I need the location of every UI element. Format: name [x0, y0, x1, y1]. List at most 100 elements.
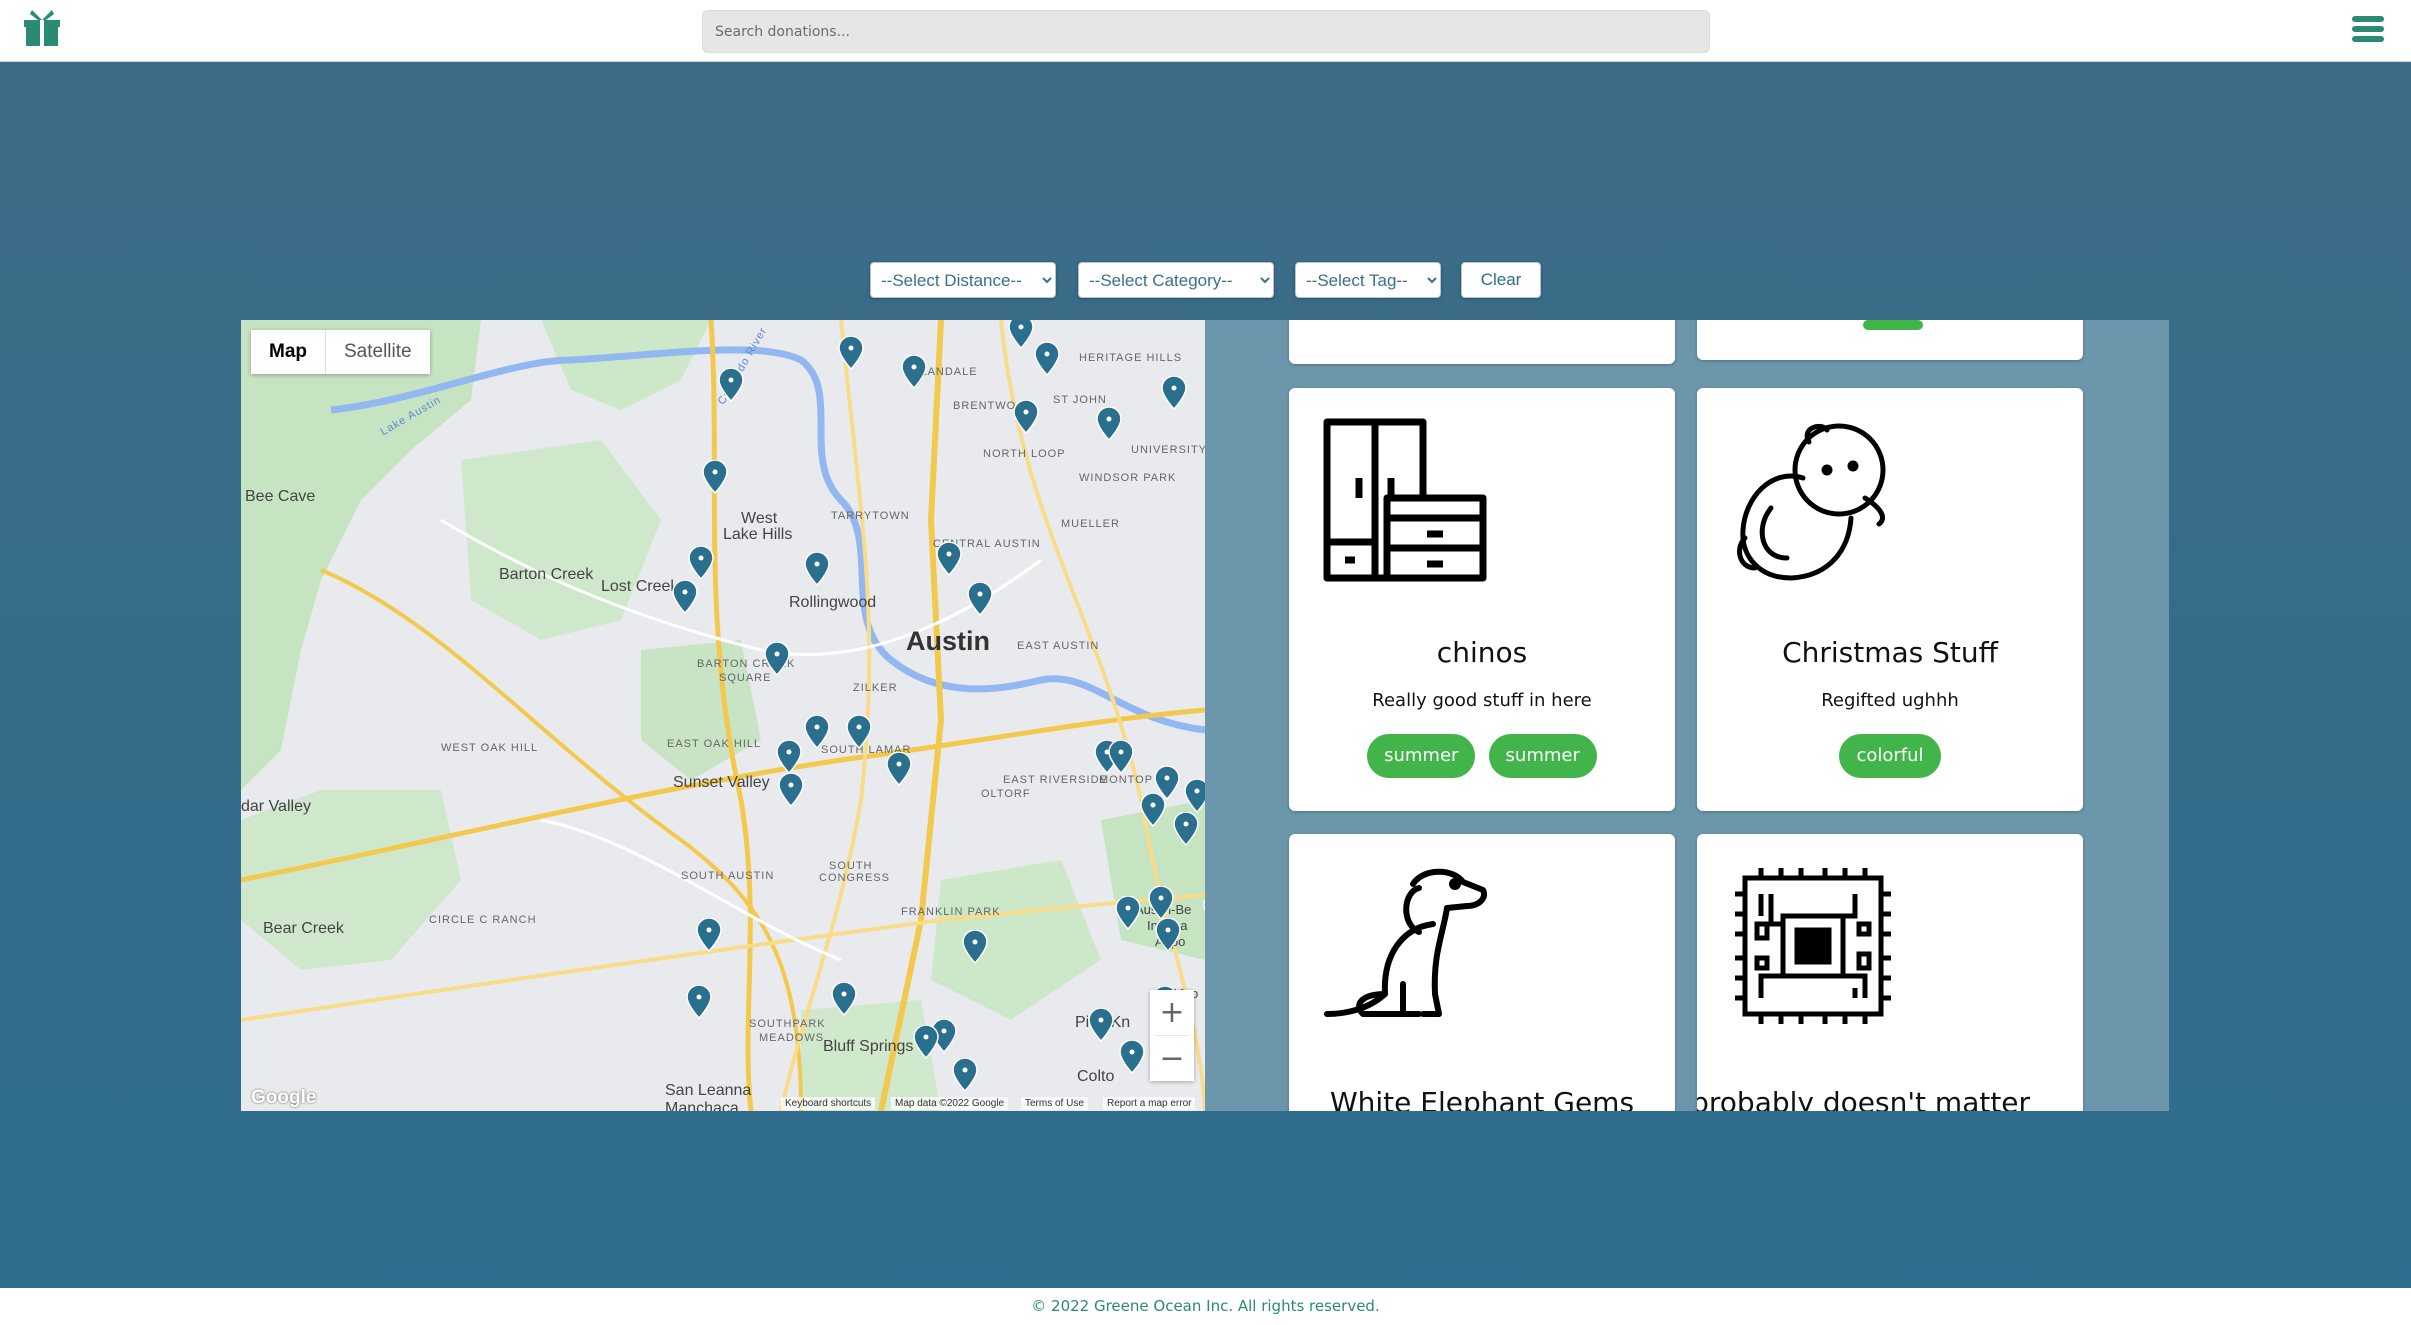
map-label-sunset-valley: Sunset Valley — [673, 774, 770, 791]
map-pin-icon[interactable] — [686, 984, 712, 1020]
map-label-circle-c-ranch: CIRCLE C RANCH — [429, 914, 537, 926]
map-label-bear-creek: Bear Creek — [263, 920, 344, 937]
zoom-out-button[interactable]: − — [1150, 1036, 1194, 1081]
map-label-barton-creek: Barton Creek — [499, 566, 594, 583]
map-label-east-riverside: EAST RIVERSIDE — [1003, 774, 1108, 786]
hamburger-menu-icon[interactable] — [2352, 16, 2384, 48]
card-title: White Elephant Gems — [1329, 1086, 1635, 1111]
donation-card-chinos[interactable]: chinos Really good stuff in here summer … — [1289, 388, 1675, 811]
map-label-lake-hills: Lake Hills — [723, 526, 793, 543]
map-pin-icon[interactable] — [778, 772, 804, 808]
map-pin-icon[interactable] — [1013, 399, 1039, 435]
map-label-meadows: MEADOWS — [759, 1032, 825, 1044]
map-pin-icon[interactable] — [1148, 885, 1174, 921]
map-pin-icon[interactable] — [1008, 320, 1034, 350]
map-label-southpark: SOUTHPARK — [749, 1018, 826, 1030]
map-pin-icon[interactable] — [1173, 811, 1199, 847]
map-pin-icon[interactable] — [967, 581, 993, 617]
furniture-wardrobe-icon — [1323, 418, 1487, 582]
map-pin-icon[interactable] — [1108, 739, 1134, 775]
map-pin-icon[interactable] — [886, 751, 912, 787]
map-pin-icon[interactable] — [1115, 895, 1141, 931]
search-input[interactable] — [702, 10, 1710, 53]
tag-badge[interactable]: summer — [1367, 734, 1476, 778]
map-label-north-loop: NORTH LOOP — [983, 448, 1066, 460]
zoom-in-button[interactable]: + — [1150, 990, 1194, 1035]
map-label-south-austin: SOUTH AUSTIN — [681, 870, 775, 882]
map-pin-icon[interactable] — [776, 739, 802, 775]
google-logo: Google — [251, 1087, 317, 1108]
map-type-toggle: Map Satellite — [251, 330, 430, 374]
map-pin-icon[interactable] — [672, 579, 698, 615]
map-label-st-john: ST JOHN — [1053, 394, 1107, 406]
distance-select[interactable]: --Select Distance-- — [870, 262, 1056, 298]
map-label-zilker: ZILKER — [853, 682, 898, 694]
tag-select[interactable]: --Select Tag-- — [1295, 262, 1441, 298]
donation-card[interactable] — [1289, 320, 1675, 364]
map-pin-icon[interactable] — [1161, 375, 1187, 411]
map-pin-icon[interactable] — [831, 981, 857, 1017]
map-pin-icon[interactable] — [846, 714, 872, 750]
tag-badge-partial[interactable] — [1863, 320, 1923, 330]
map-pin-icon[interactable] — [1140, 792, 1166, 828]
report-map-error-link[interactable]: Report a map error — [1103, 1097, 1196, 1110]
map-pin-icon[interactable] — [804, 551, 830, 587]
map-pin-icon[interactable] — [696, 917, 722, 953]
card-tags: colorful — [1697, 734, 2083, 778]
map-label-east-austin: EAST AUSTIN — [1017, 640, 1100, 652]
map-label-rollingwood: Rollingwood — [789, 594, 877, 611]
map-pin-icon[interactable] — [962, 929, 988, 965]
map-label-east-oak-hill: EAST OAK HILL — [667, 738, 762, 750]
map-view[interactable]: Austin Bee Cave Barton Creek Lost Creek … — [241, 320, 1205, 1111]
map-label-tarrytown: TARRYTOWN — [831, 510, 910, 522]
map-pin-icon[interactable] — [1096, 406, 1122, 442]
map-label-lost-creek: Lost Creek — [601, 578, 679, 595]
donation-card-this-probably-doesnt-matter[interactable]: This probably doesn't matter — [1697, 834, 2083, 1111]
baby-icon — [1737, 423, 1886, 581]
map-pin-icon[interactable] — [936, 541, 962, 577]
map-pin-icon[interactable] — [1119, 1039, 1145, 1075]
donation-card[interactable] — [1697, 320, 2083, 360]
tag-badge[interactable]: colorful — [1839, 734, 1941, 778]
map-pin-icon[interactable] — [901, 354, 927, 390]
map-pin-icon[interactable] — [1088, 1007, 1114, 1043]
map-label-oltorf: OLTORF — [981, 788, 1031, 800]
map-pin-icon[interactable] — [718, 367, 744, 403]
tag-badge[interactable]: summer — [1488, 734, 1597, 778]
card-description: Regifted ughhh — [1821, 690, 1959, 711]
clear-button[interactable]: Clear — [1461, 262, 1541, 298]
donation-card-christmas-stuff[interactable]: Christmas Stuff Regifted ughhh colorful — [1697, 388, 2083, 811]
donation-card-white-elephant-gems[interactable]: White Elephant Gems — [1289, 834, 1675, 1111]
map-pin-icon[interactable] — [913, 1024, 939, 1060]
map-label-dar-valley: dar Valley — [241, 798, 311, 815]
zoom-controls: + − — [1150, 990, 1194, 1081]
donation-cards-panel[interactable]: chinos Really good stuff in here summer … — [1205, 320, 2169, 1111]
map-label-austin: Austin — [906, 626, 990, 656]
map-pin-icon[interactable] — [688, 545, 714, 581]
gift-box-icon[interactable] — [24, 8, 60, 48]
map-label-south: SOUTH — [829, 860, 873, 872]
category-select[interactable]: --Select Category-- — [1078, 262, 1274, 298]
map-label-san-leanna: San Leanna — [665, 1082, 752, 1099]
card-tags: summer summer — [1289, 734, 1675, 778]
footer-copyright: © 2022 Greene Ocean Inc. All rights rese… — [0, 1288, 2411, 1325]
card-description: Really good stuff in here — [1372, 690, 1592, 711]
map-pin-icon[interactable] — [804, 714, 830, 750]
terms-of-use-link[interactable]: Terms of Use — [1021, 1097, 1088, 1110]
map-pin-icon[interactable] — [952, 1057, 978, 1093]
map-view-button[interactable]: Map — [251, 330, 326, 374]
map-pin-icon[interactable] — [764, 641, 790, 677]
map-pin-icon[interactable] — [838, 335, 864, 371]
map-label-colton: Colto — [1077, 1068, 1115, 1085]
map-pin-icon[interactable] — [702, 459, 728, 495]
map-label-bluff-springs: Bluff Springs — [823, 1038, 914, 1055]
map-pin-icon[interactable] — [1184, 778, 1205, 814]
map-pin-icon[interactable] — [1034, 341, 1060, 377]
card-title: This probably doesn't matter — [1697, 1086, 2031, 1111]
map-pin-icon[interactable] — [1155, 917, 1181, 953]
map-base — [241, 320, 1205, 1111]
satellite-view-button[interactable]: Satellite — [326, 330, 430, 374]
keyboard-shortcuts-link[interactable]: Keyboard shortcuts — [781, 1097, 876, 1110]
card-title: chinos — [1436, 636, 1528, 669]
map-label-west-oak-hill: WEST OAK HILL — [441, 742, 539, 754]
